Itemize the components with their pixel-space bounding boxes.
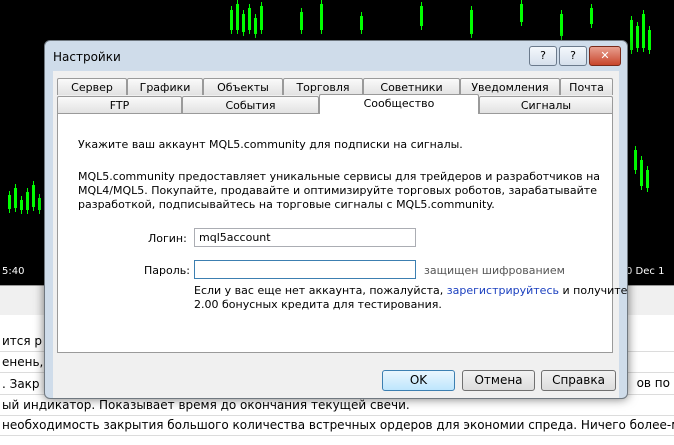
intro-text: Укажите ваш аккаунт MQL5.community для п… xyxy=(78,138,463,151)
candle xyxy=(648,30,651,50)
register-text: Если у вас еще нет аккаунта, пожалуйста,… xyxy=(194,284,627,298)
context-help-icon-button[interactable]: ? xyxy=(559,46,587,66)
chart-time-right: 0 Dec 1 xyxy=(626,266,665,277)
login-field[interactable] xyxy=(194,228,416,247)
help-button[interactable]: Справка xyxy=(541,370,616,391)
background-row: необходимость закрытия большого количест… xyxy=(0,415,674,436)
tab-charts[interactable]: Графики xyxy=(127,78,203,95)
tab-experts[interactable]: Советники xyxy=(363,78,460,95)
password-note: защищен шифрованием xyxy=(424,264,565,277)
candle xyxy=(38,198,41,210)
register-link[interactable]: зарегистрируйтесь xyxy=(447,284,559,297)
tab-signals[interactable]: Сигналы xyxy=(479,96,613,113)
ok-button[interactable]: OK xyxy=(382,370,455,391)
login-label: Логин: xyxy=(148,232,187,245)
candle xyxy=(360,16,363,30)
register-text-after: и получите xyxy=(562,284,628,297)
register-line-2: 2.00 бонусных кредита для тестирования. xyxy=(194,298,442,311)
description-line-1: MQL5.community предоставляет уникальные … xyxy=(78,170,601,183)
candle xyxy=(470,10,473,34)
candle xyxy=(636,26,639,48)
cancel-button[interactable]: Отмена xyxy=(462,370,535,391)
tab-trade[interactable]: Торговля xyxy=(283,78,363,95)
community-panel: Укажите ваш аккаунт MQL5.community для п… xyxy=(57,113,627,353)
candle xyxy=(248,8,251,30)
candle xyxy=(634,150,637,170)
candle xyxy=(320,4,323,30)
candle xyxy=(300,12,303,30)
candle xyxy=(260,6,263,30)
candle xyxy=(20,200,23,210)
help-icon-button[interactable]: ? xyxy=(529,46,557,66)
candle xyxy=(560,14,563,36)
tab-server[interactable]: Сервер xyxy=(57,78,127,95)
tab-notifications[interactable]: Уведомления xyxy=(460,78,560,95)
tab-events[interactable]: События xyxy=(182,96,319,113)
candle xyxy=(8,195,11,209)
candle xyxy=(230,10,233,30)
tab-community[interactable]: Сообщество xyxy=(319,94,479,114)
settings-dialog: Настройки ? ? ✕ Сервер Графики Объекты Т… xyxy=(44,40,628,399)
candle xyxy=(420,6,423,26)
password-label: Пароль: xyxy=(144,264,190,277)
candle xyxy=(590,8,593,24)
tab-objects[interactable]: Объекты xyxy=(203,78,283,95)
candle xyxy=(26,192,29,210)
candle xyxy=(640,160,643,186)
dialog-titlebar[interactable]: Настройки ? ? ✕ xyxy=(45,41,627,71)
candle xyxy=(630,20,633,50)
candle xyxy=(254,18,257,34)
candle xyxy=(646,170,649,188)
background-row-tail: ов по xyxy=(636,376,670,390)
tab-ftp[interactable]: FTP xyxy=(57,96,182,113)
candle xyxy=(520,4,523,22)
candle xyxy=(242,14,245,32)
candle xyxy=(236,4,239,30)
dialog-client: Сервер Графики Объекты Торговля Советник… xyxy=(53,71,627,398)
password-field[interactable] xyxy=(194,260,416,279)
register-text-before: Если у вас еще нет аккаунта, пожалуйста, xyxy=(194,284,444,297)
tab-email[interactable]: Почта xyxy=(560,78,613,95)
description-line-2: MQL4/MQL5. Покупайте, продавайте и оптим… xyxy=(78,184,597,197)
dialog-title: Настройки xyxy=(53,50,121,64)
close-icon[interactable]: ✕ xyxy=(589,46,621,66)
candle xyxy=(642,14,645,48)
description-line-3: разработкой, подписывайтесь на торговые … xyxy=(78,198,495,211)
chart-time-left: 5:40 xyxy=(2,266,25,277)
candle xyxy=(32,185,35,207)
candle xyxy=(14,188,17,208)
